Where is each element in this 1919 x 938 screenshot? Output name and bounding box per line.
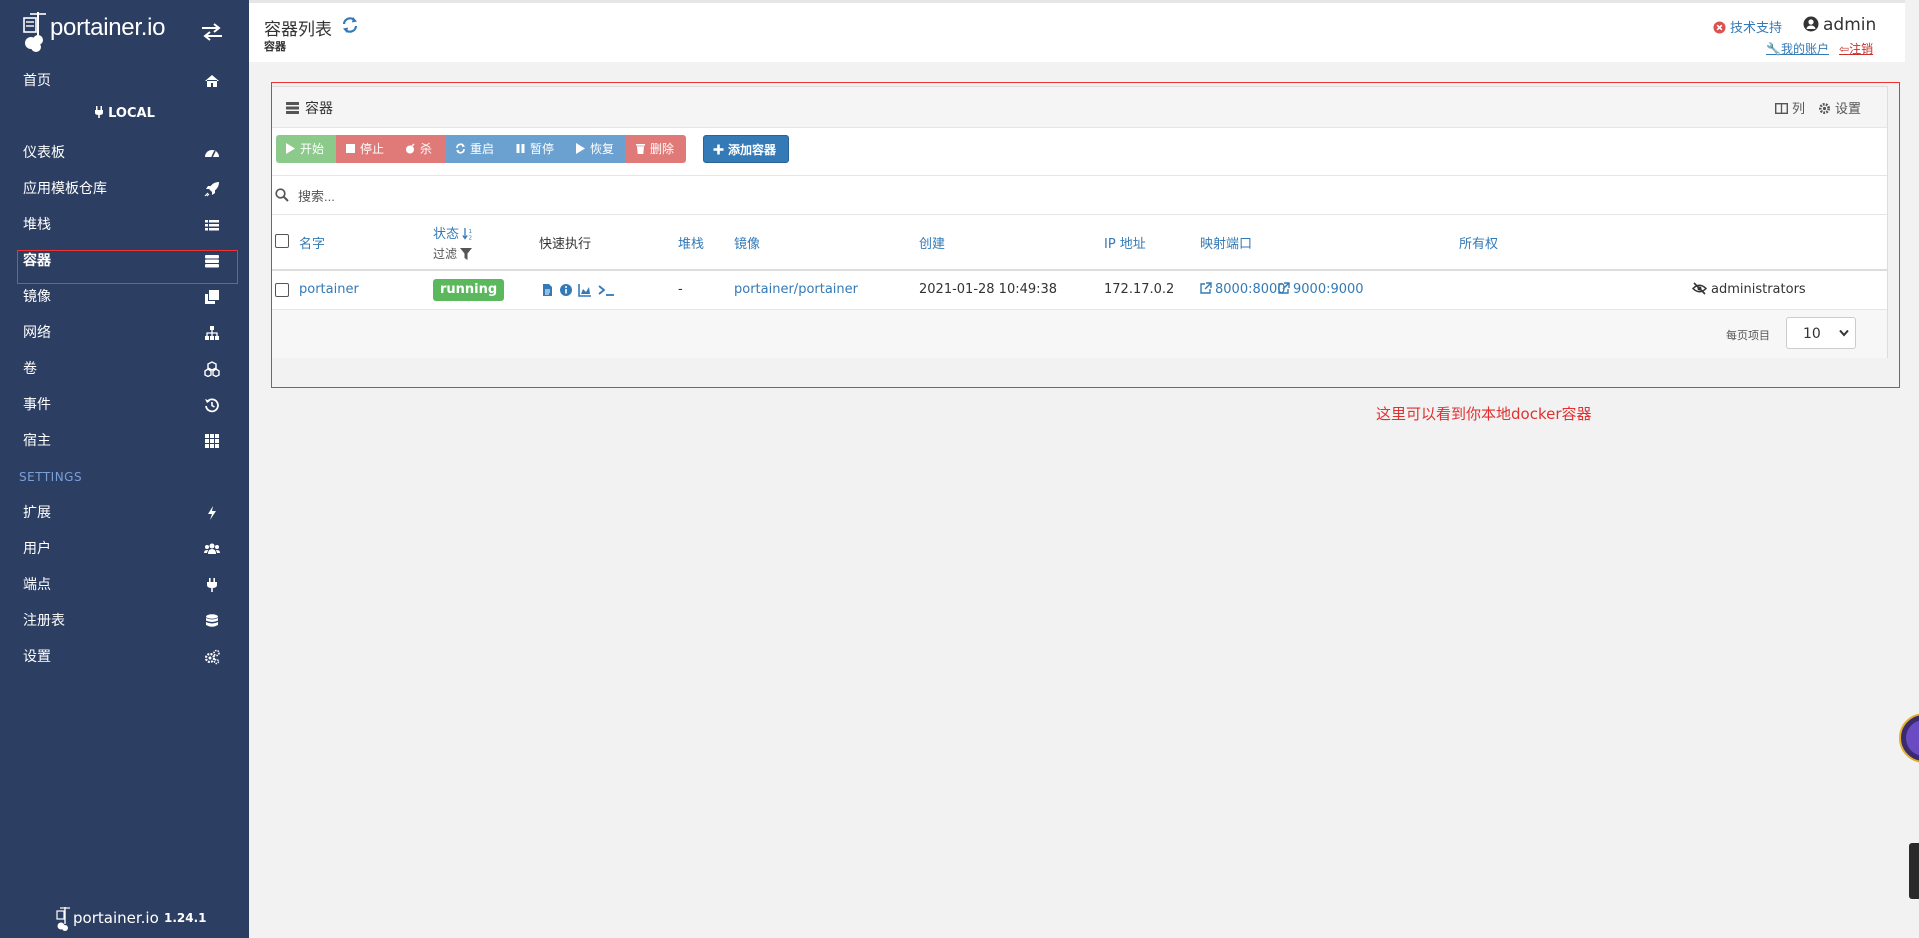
- sidebar-item-label: 宿主: [23, 433, 51, 449]
- endpoint-name: LOCAL: [108, 106, 155, 121]
- sidebar-item-label: 扩展: [23, 505, 51, 521]
- sidebar-item-dashboard[interactable]: 仪表板: [0, 135, 249, 171]
- user-display: admin: [1803, 15, 1876, 35]
- dashboard-icon: [205, 150, 219, 158]
- endpoint-label: LOCAL: [0, 106, 249, 130]
- footer-brand-name: portainer.io: [73, 909, 159, 927]
- brand: portainer.io: [0, 0, 249, 62]
- version-label: 1.24.1: [164, 911, 207, 925]
- top-header: 容器列表 容器 技术支持 admin 🔧我的账户 ⇦注销: [249, 0, 1919, 62]
- home-icon: [205, 75, 219, 87]
- sidebar-item-images[interactable]: 镜像: [0, 279, 249, 315]
- users-icon: [204, 543, 220, 554]
- cubes-icon: [204, 361, 220, 377]
- portainer-logo[interactable]: [22, 10, 52, 54]
- sidebar-item-label: 事件: [23, 397, 51, 413]
- brand-name[interactable]: portainer.io: [50, 14, 165, 42]
- sidebar-item-extensions[interactable]: 扩展: [0, 495, 249, 531]
- sidebar-item-label: 仪表板: [23, 145, 65, 161]
- side-dock-handle[interactable]: [1909, 843, 1919, 899]
- sidebar-item-label: 端点: [23, 577, 51, 593]
- history-icon: [205, 398, 219, 413]
- settings-section-title: SETTINGS: [19, 470, 83, 484]
- sidebar-item-endpoints[interactable]: 端点: [0, 567, 249, 603]
- sidebar-item-settings[interactable]: 设置: [0, 639, 249, 675]
- plug-icon: [207, 578, 217, 592]
- refresh-icon[interactable]: [341, 16, 359, 34]
- sidebar-item-events[interactable]: 事件: [0, 387, 249, 423]
- sidebar-item-label: 堆栈: [23, 217, 51, 233]
- sidebar-item-hosts[interactable]: 宿主: [0, 423, 249, 459]
- my-account-link[interactable]: 🔧我的账户: [1766, 40, 1829, 57]
- username: admin: [1823, 15, 1877, 35]
- annotation-highlight-box: [271, 82, 1900, 388]
- bolt-icon: [208, 506, 216, 520]
- floating-widget-orb[interactable]: [1898, 712, 1919, 764]
- sitemap-icon: [205, 326, 219, 340]
- sidebar-item-users[interactable]: 用户: [0, 531, 249, 567]
- sidebar-item-templates[interactable]: 应用模板仓库: [0, 171, 249, 207]
- my-account-label: 我的账户: [1780, 42, 1829, 56]
- cogs-icon: [204, 649, 220, 665]
- logout-label: 注销: [1849, 42, 1874, 56]
- sidebar-item-label: 设置: [23, 649, 51, 665]
- close-circle-icon: [1713, 21, 1726, 34]
- help-label: 技术支持: [1730, 21, 1783, 36]
- sidebar-item-stacks[interactable]: 堆栈: [0, 207, 249, 243]
- sidebar-item-networks[interactable]: 网络: [0, 315, 249, 351]
- database-icon: [206, 614, 218, 627]
- help-link[interactable]: 技术支持: [1713, 17, 1782, 36]
- sidebar-item-label: 应用模板仓库: [23, 181, 107, 197]
- portainer-logo-small: [56, 907, 70, 931]
- logout-link[interactable]: ⇦注销: [1839, 40, 1873, 57]
- clone-icon: [205, 290, 219, 304]
- sidebar-item-label: 用户: [23, 541, 51, 557]
- sidebar: portainer.io 首页 LOCAL 仪表板 应用模板仓库 堆栈 容器 镜…: [0, 0, 249, 938]
- page-title: 容器列表: [264, 20, 332, 40]
- rocket-icon: [204, 182, 219, 197]
- exchange-icon[interactable]: [200, 22, 224, 42]
- sidebar-item-label: 镜像: [23, 289, 51, 305]
- sidebar-item-label: 首页: [23, 73, 51, 89]
- page-scrollbar[interactable]: [1905, 0, 1919, 938]
- breadcrumb: 容器: [264, 40, 286, 53]
- user-circle-icon: [1803, 16, 1819, 32]
- sidebar-item-home[interactable]: 首页: [0, 63, 249, 99]
- sidebar-item-label: 卷: [23, 361, 37, 377]
- list-icon: [205, 220, 219, 231]
- sidebar-item-label: 网络: [23, 325, 51, 341]
- plug-icon: [95, 106, 104, 118]
- sidebar-item-volumes[interactable]: 卷: [0, 351, 249, 387]
- sidebar-item-registries[interactable]: 注册表: [0, 603, 249, 639]
- annotation-note: 这里可以看到你本地docker容器: [1376, 405, 1592, 423]
- grid-icon: [205, 434, 219, 448]
- sidebar-item-label: 注册表: [23, 613, 65, 629]
